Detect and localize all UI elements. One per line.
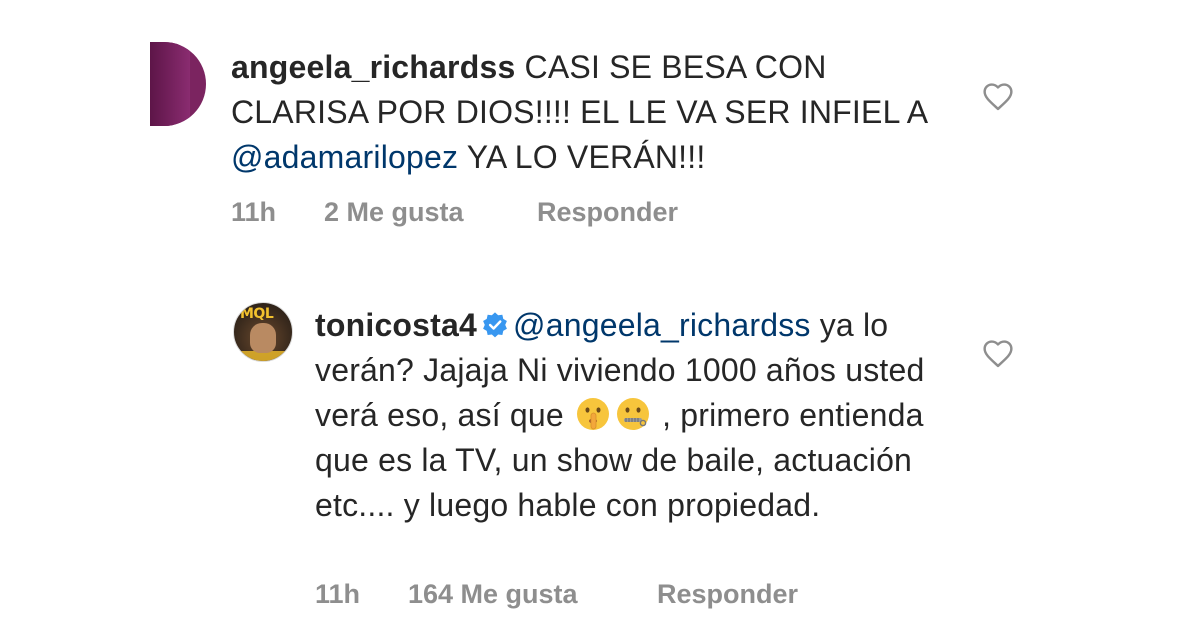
heart-icon[interactable]	[981, 81, 1015, 111]
reply-button[interactable]: Responder	[657, 579, 798, 610]
avatar-face	[250, 323, 276, 353]
mention-link[interactable]: @angeela_richardss	[513, 307, 811, 343]
comment-meta: 11h 164 Me gusta Responder	[315, 579, 798, 610]
comment-time[interactable]: 11h	[231, 197, 324, 228]
likes-count[interactable]: 164 Me gusta	[408, 579, 657, 610]
comment-text: tonicosta4 @angeela_richardss ya lo verán…	[315, 303, 935, 528]
shushing-face-emoji	[576, 397, 609, 430]
mention-link[interactable]: @adamarilopez	[231, 139, 458, 175]
avatar-logo-text: MQL	[240, 306, 274, 322]
username-link[interactable]: angeela_richardss	[231, 49, 515, 85]
reply-button[interactable]: Responder	[537, 197, 678, 228]
comment-time[interactable]: 11h	[315, 579, 408, 610]
avatar[interactable]: MQL	[233, 302, 293, 362]
avatar-image	[150, 42, 190, 126]
heart-icon[interactable]	[981, 338, 1015, 368]
comment-body-end: YA LO VERÁN!!!	[458, 139, 706, 175]
username-link[interactable]: tonicosta4	[315, 307, 477, 343]
likes-count[interactable]: 2 Me gusta	[324, 197, 537, 228]
avatar[interactable]	[150, 42, 206, 126]
zipper-mouth-face-emoji	[616, 397, 649, 430]
comment-meta: 11h 2 Me gusta Responder	[231, 197, 678, 228]
comment-text: angeela_richardss CASI SE BESA CON CLARI…	[231, 45, 931, 180]
verified-badge-icon	[483, 311, 507, 337]
